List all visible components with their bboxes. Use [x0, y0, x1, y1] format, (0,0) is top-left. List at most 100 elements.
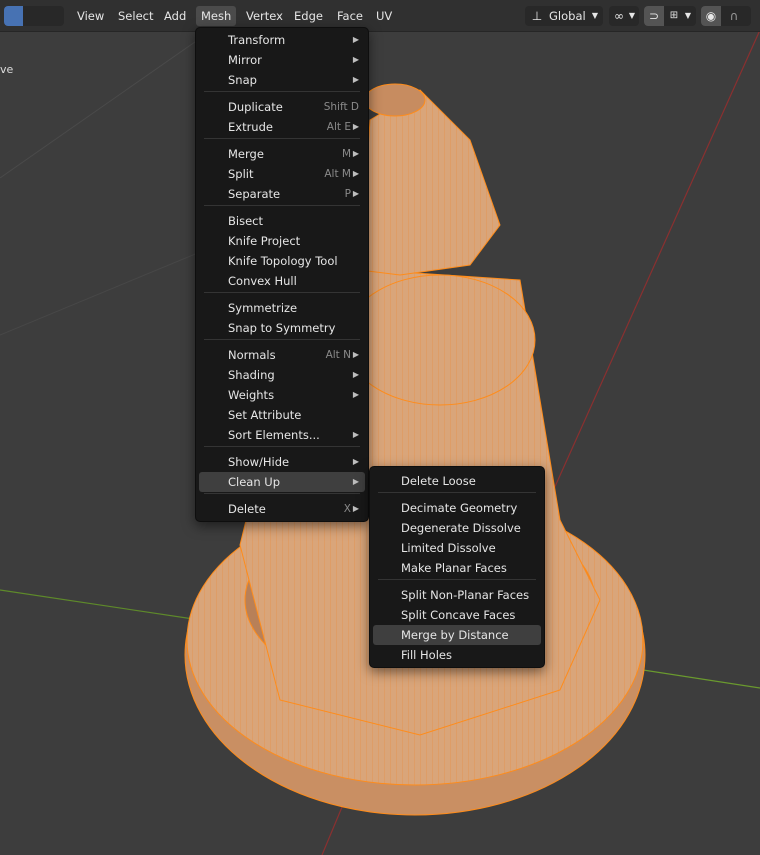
menu-separator [204, 292, 360, 293]
menu-item-label: Extrude [228, 120, 273, 134]
menu-item-label: Degenerate Dissolve [401, 521, 521, 535]
select-mode-group [4, 6, 64, 26]
transform-orientation-dropdown[interactable]: ⊥ Global ▼ [525, 6, 603, 26]
proportional-editing-icon[interactable]: ◉ [701, 6, 721, 26]
menu-item-shortcut: M [341, 148, 351, 160]
x-axis-line [629, 667, 760, 689]
submenu-arrow-icon: ▶ [352, 504, 359, 513]
menu-vertex[interactable]: Vertex [241, 6, 288, 26]
mesh-menu-item-shading[interactable]: Shading ▶ [199, 365, 365, 385]
menu-face[interactable]: Face [332, 6, 368, 26]
snap-magnet-icon[interactable]: ⊃ [644, 6, 664, 26]
mesh-menu-item-extrude[interactable]: Extrude Alt E ▶ [199, 117, 365, 137]
submenu-arrow-icon: ▶ [352, 75, 359, 84]
mesh-menu-item-convex-hull[interactable]: Convex Hull [199, 271, 365, 291]
falloff-curve-icon[interactable]: ∩ [725, 6, 743, 26]
menu-item-label: Show/Hide [228, 455, 290, 469]
submenu-arrow-icon: ▶ [352, 189, 359, 198]
menu-item-label: Duplicate [228, 100, 283, 114]
viewport-overlay-text: ve [0, 63, 14, 76]
mesh-menu-item-clean-up[interactable]: Clean Up ▶ [199, 472, 365, 492]
submenu-arrow-icon: ▶ [352, 457, 359, 466]
mesh-menu-item-bisect[interactable]: Bisect [199, 211, 365, 231]
transform-orientation-value: Global [549, 9, 586, 23]
menu-add[interactable]: Add [159, 6, 191, 26]
menu-item-label: Snap [228, 73, 257, 87]
mesh-menu-item-symmetrize[interactable]: Symmetrize [199, 298, 365, 318]
viewport-header: View Select Add Mesh Vertex Edge Face UV… [0, 0, 760, 32]
menu-item-label: Bisect [228, 214, 263, 228]
menu-item-shortcut: Shift D [323, 101, 359, 113]
mesh-menu: Transform ▶ Mirror ▶ Snap ▶ Duplicate Shift D Ex… [195, 27, 369, 522]
menu-uv[interactable]: UV [371, 6, 397, 26]
submenu-arrow-icon: ▶ [352, 149, 359, 158]
mesh-menu-item-set-attribute[interactable]: Set Attribute [199, 405, 365, 425]
chevron-down-icon: ▼ [684, 11, 692, 20]
menu-item-label: Sort Elements... [228, 428, 320, 442]
cleanup-menu-item-split-non-planar-faces[interactable]: Split Non-Planar Faces [373, 585, 541, 605]
cleanup-menu-item-decimate-geometry[interactable]: Decimate Geometry [373, 498, 541, 518]
edge-select-icon[interactable] [24, 6, 43, 26]
menu-separator [204, 493, 360, 494]
menu-item-label: Symmetrize [228, 301, 298, 315]
snap-controls[interactable]: ⊃ ⊞ ▼ [644, 6, 696, 26]
menu-item-shortcut: Alt N [325, 349, 351, 361]
menu-item-label: Split [228, 167, 254, 181]
cleanup-menu-item-merge-by-distance[interactable]: Merge by Distance [373, 625, 541, 645]
mesh-menu-item-normals[interactable]: Normals Alt N ▶ [199, 345, 365, 365]
mesh-menu-item-knife-project[interactable]: Knife Project [199, 231, 365, 251]
menu-item-label: Set Attribute [228, 408, 302, 422]
cleanup-menu-item-make-planar-faces[interactable]: Make Planar Faces [373, 558, 541, 578]
mesh-menu-item-delete[interactable]: Delete X ▶ [199, 499, 365, 519]
link-icon: ∞ [614, 9, 624, 23]
mesh-menu-item-mirror[interactable]: Mirror ▶ [199, 50, 365, 70]
cleanup-menu-item-fill-holes[interactable]: Fill Holes [373, 645, 541, 665]
menu-item-label: Delete Loose [401, 474, 476, 488]
menu-separator [204, 91, 360, 92]
cleanup-menu-item-split-concave-faces[interactable]: Split Concave Faces [373, 605, 541, 625]
mesh-menu-item-merge[interactable]: Merge M ▶ [199, 144, 365, 164]
menu-item-label: Transform [228, 33, 286, 47]
mesh-menu-item-snap-to-symmetry[interactable]: Snap to Symmetry [199, 318, 365, 338]
proportional-editing-controls[interactable]: ◉ ∩ [701, 6, 751, 26]
menu-item-shortcut: Alt M [324, 168, 351, 180]
menu-item-label: Merge by Distance [401, 628, 509, 642]
cleanup-menu-item-limited-dissolve[interactable]: Limited Dissolve [373, 538, 541, 558]
pivot-point-dropdown[interactable]: ∞ ▼ [609, 6, 639, 26]
mesh-menu-item-separate[interactable]: Separate P ▶ [199, 184, 365, 204]
mesh-menu-item-transform[interactable]: Transform ▶ [199, 30, 365, 50]
y-axis-line [539, 29, 760, 521]
menu-item-shortcut: X [343, 503, 351, 515]
mesh-menu-item-sort-elements[interactable]: Sort Elements... ▶ [199, 425, 365, 445]
face-select-icon[interactable] [44, 6, 63, 26]
3d-viewport[interactable]: ve [0, 0, 760, 855]
menu-separator [378, 492, 536, 493]
submenu-arrow-icon: ▶ [352, 370, 359, 379]
chevron-down-icon: ▼ [628, 11, 636, 20]
mesh-menu-item-knife-topology-tool[interactable]: Knife Topology Tool [199, 251, 365, 271]
menu-select[interactable]: Select [113, 6, 158, 26]
cleanup-menu-item-degenerate-dissolve[interactable]: Degenerate Dissolve [373, 518, 541, 538]
chevron-down-icon: ▼ [591, 11, 599, 20]
menu-item-label: Merge [228, 147, 264, 161]
menu-item-label: Knife Project [228, 234, 301, 248]
menu-item-label: Split Concave Faces [401, 608, 516, 622]
mesh-menu-item-weights[interactable]: Weights ▶ [199, 385, 365, 405]
menu-item-label: Make Planar Faces [401, 561, 507, 575]
menu-separator [204, 339, 360, 340]
vertex-select-icon[interactable] [4, 6, 23, 26]
snap-increment-icon: ⊞ [669, 10, 679, 21]
mesh-menu-item-snap[interactable]: Snap ▶ [199, 70, 365, 90]
mesh-menu-item-split[interactable]: Split Alt M ▶ [199, 164, 365, 184]
mesh-menu-item-duplicate[interactable]: Duplicate Shift D [199, 97, 365, 117]
cleanup-menu-item-delete-loose[interactable]: Delete Loose [373, 471, 541, 491]
menu-edge[interactable]: Edge [289, 6, 328, 26]
menu-item-shortcut: Alt E [326, 121, 351, 133]
submenu-arrow-icon: ▶ [352, 350, 359, 359]
viewport-canvas [0, 27, 760, 855]
menu-view[interactable]: View [72, 6, 109, 26]
mesh-menu-item-show-hide[interactable]: Show/Hide ▶ [199, 452, 365, 472]
cleanup-submenu: Delete Loose Decimate Geometry Degenerate … [369, 466, 545, 668]
menu-mesh[interactable]: Mesh [196, 6, 237, 26]
submenu-arrow-icon: ▶ [352, 430, 359, 439]
